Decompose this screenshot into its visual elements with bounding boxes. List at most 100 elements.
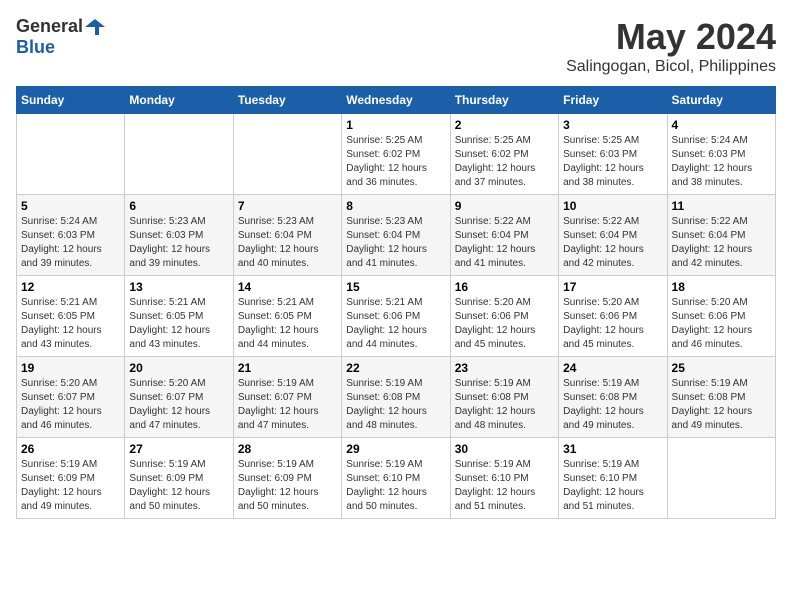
day-info: Sunrise: 5:23 AMSunset: 6:03 PMDaylight:… <box>129 215 228 271</box>
day-number: 13 <box>129 280 228 294</box>
calendar-cell: 31 Sunrise: 5:19 AMSunset: 6:10 PMDayligh… <box>559 438 667 519</box>
day-info: Sunrise: 5:20 AMSunset: 6:06 PMDaylight:… <box>563 296 662 352</box>
day-info: Sunrise: 5:20 AMSunset: 6:06 PMDaylight:… <box>672 296 771 352</box>
day-info: Sunrise: 5:20 AMSunset: 6:06 PMDaylight:… <box>455 296 554 352</box>
calendar-cell <box>125 114 233 195</box>
day-number: 26 <box>21 442 120 456</box>
calendar-cell: 4 Sunrise: 5:24 AMSunset: 6:03 PMDaylight… <box>667 114 775 195</box>
day-info: Sunrise: 5:21 AMSunset: 6:05 PMDaylight:… <box>129 296 228 352</box>
calendar-cell: 18 Sunrise: 5:20 AMSunset: 6:06 PMDayligh… <box>667 276 775 357</box>
calendar-cell: 19 Sunrise: 5:20 AMSunset: 6:07 PMDayligh… <box>17 357 125 438</box>
calendar-cell <box>17 114 125 195</box>
calendar-cell: 24 Sunrise: 5:19 AMSunset: 6:08 PMDayligh… <box>559 357 667 438</box>
calendar-cell: 27 Sunrise: 5:19 AMSunset: 6:09 PMDayligh… <box>125 438 233 519</box>
calendar-cell: 26Sunrise: 5:19 AMSunset: 6:09 PMDayligh… <box>17 438 125 519</box>
day-number: 19 <box>21 361 120 375</box>
calendar-header-friday: Friday <box>559 87 667 114</box>
calendar-week-row: 1 Sunrise: 5:25 AMSunset: 6:02 PMDaylight… <box>17 114 776 195</box>
day-info: Sunrise: 5:19 AMSunset: 6:10 PMDaylight:… <box>563 458 662 514</box>
calendar-cell: 9Sunrise: 5:22 AMSunset: 6:04 PMDaylight… <box>450 195 558 276</box>
calendar-cell: 16 Sunrise: 5:20 AMSunset: 6:06 PMDayligh… <box>450 276 558 357</box>
calendar-cell: 28 Sunrise: 5:19 AMSunset: 6:09 PMDayligh… <box>233 438 341 519</box>
calendar-header-sunday: Sunday <box>17 87 125 114</box>
day-info: Sunrise: 5:19 AMSunset: 6:08 PMDaylight:… <box>672 377 771 433</box>
logo-bird-icon <box>85 17 105 37</box>
calendar-cell <box>233 114 341 195</box>
calendar-table: SundayMondayTuesdayWednesdayThursdayFrid… <box>16 86 776 519</box>
day-number: 1 <box>346 118 445 132</box>
day-info: Sunrise: 5:19 AMSunset: 6:07 PMDaylight:… <box>238 377 337 433</box>
calendar-week-row: 19 Sunrise: 5:20 AMSunset: 6:07 PMDayligh… <box>17 357 776 438</box>
day-info: Sunrise: 5:23 AMSunset: 6:04 PMDaylight:… <box>346 215 445 271</box>
day-number: 27 <box>129 442 228 456</box>
day-number: 21 <box>238 361 337 375</box>
calendar-header-row: SundayMondayTuesdayWednesdayThursdayFrid… <box>17 87 776 114</box>
calendar-cell: 1Sunrise: 5:25 AMSunset: 6:02 PMDaylight… <box>342 114 450 195</box>
calendar-cell: 29 Sunrise: 5:19 AMSunset: 6:10 PMDayligh… <box>342 438 450 519</box>
day-number: 7 <box>238 199 337 213</box>
day-number: 12 <box>21 280 120 294</box>
day-number: 18 <box>672 280 771 294</box>
calendar-cell: 15Sunrise: 5:21 AMSunset: 6:06 PMDayligh… <box>342 276 450 357</box>
day-number: 23 <box>455 361 554 375</box>
calendar-cell: 7 Sunrise: 5:23 AMSunset: 6:04 PMDaylight… <box>233 195 341 276</box>
day-number: 4 <box>672 118 771 132</box>
day-info: Sunrise: 5:25 AMSunset: 6:02 PMDaylight:… <box>455 134 554 190</box>
calendar-week-row: 26 Sunrise: 5:19 AMSunset: 6:09 PMDayligh… <box>17 438 776 519</box>
calendar-cell: 25 Sunrise: 5:19 AMSunset: 6:08 PMDayligh… <box>667 357 775 438</box>
calendar-cell: 14 Sunrise: 5:21 AMSunset: 6:05 PMDayligh… <box>233 276 341 357</box>
calendar-cell: 17Sunrise: 5:20 AMSunset: 6:06 PMDayligh… <box>559 276 667 357</box>
day-number: 31 <box>563 442 662 456</box>
day-number: 24 <box>563 361 662 375</box>
day-info: Sunrise: 5:19 AMSunset: 6:09 PMDaylight:… <box>238 458 337 514</box>
calendar-cell: 8Sunrise: 5:23 AMSunset: 6:04 PMDaylight… <box>342 195 450 276</box>
day-info: Sunrise: 5:20 AMSunset: 6:07 PMDaylight:… <box>21 377 120 433</box>
day-number: 11 <box>672 199 771 213</box>
calendar-week-row: 12 Sunrise: 5:21 AMSunset: 6:05 PMDayligh… <box>17 276 776 357</box>
calendar-cell: 6 Sunrise: 5:23 AMSunset: 6:03 PMDaylight… <box>125 195 233 276</box>
day-info: Sunrise: 5:24 AMSunset: 6:03 PMDaylight:… <box>672 134 771 190</box>
logo-blue: Blue <box>16 37 55 57</box>
calendar-cell: 30 Sunrise: 5:19 AMSunset: 6:10 PMDayligh… <box>450 438 558 519</box>
title-location: Salingogan, Bicol, Philippines <box>566 58 776 76</box>
day-info: Sunrise: 5:19 AMSunset: 6:08 PMDaylight:… <box>346 377 445 433</box>
day-info: Sunrise: 5:21 AMSunset: 6:05 PMDaylight:… <box>21 296 120 352</box>
calendar-cell: 2 Sunrise: 5:25 AMSunset: 6:02 PMDaylight… <box>450 114 558 195</box>
day-number: 10 <box>563 199 662 213</box>
title-block: May 2024 Salingogan, Bicol, Philippines <box>566 16 776 76</box>
calendar-cell: 10Sunrise: 5:22 AMSunset: 6:04 PMDayligh… <box>559 195 667 276</box>
day-number: 29 <box>346 442 445 456</box>
day-number: 20 <box>129 361 228 375</box>
day-info: Sunrise: 5:19 AMSunset: 6:08 PMDaylight:… <box>563 377 662 433</box>
day-number: 30 <box>455 442 554 456</box>
day-number: 3 <box>563 118 662 132</box>
calendar-cell <box>667 438 775 519</box>
calendar-cell: 12 Sunrise: 5:21 AMSunset: 6:05 PMDayligh… <box>17 276 125 357</box>
day-info: Sunrise: 5:19 AMSunset: 6:10 PMDaylight:… <box>346 458 445 514</box>
day-info: Sunrise: 5:22 AMSunset: 6:04 PMDaylight:… <box>455 215 554 271</box>
day-number: 25 <box>672 361 771 375</box>
day-info: Sunrise: 5:24 AMSunset: 6:03 PMDaylight:… <box>21 215 120 271</box>
logo: General Blue <box>16 16 105 58</box>
day-info: Sunrise: 5:19 AMSunset: 6:10 PMDaylight:… <box>455 458 554 514</box>
calendar-cell: 3Sunrise: 5:25 AMSunset: 6:03 PMDaylight… <box>559 114 667 195</box>
calendar-cell: 13 Sunrise: 5:21 AMSunset: 6:05 PMDayligh… <box>125 276 233 357</box>
day-number: 28 <box>238 442 337 456</box>
calendar-cell: 11Sunrise: 5:22 AMSunset: 6:04 PMDayligh… <box>667 195 775 276</box>
calendar-week-row: 5Sunrise: 5:24 AMSunset: 6:03 PMDaylight… <box>17 195 776 276</box>
calendar-cell: 22 Sunrise: 5:19 AMSunset: 6:08 PMDayligh… <box>342 357 450 438</box>
calendar-header-wednesday: Wednesday <box>342 87 450 114</box>
day-info: Sunrise: 5:21 AMSunset: 6:05 PMDaylight:… <box>238 296 337 352</box>
day-number: 14 <box>238 280 337 294</box>
title-month-year: May 2024 <box>566 16 776 58</box>
day-number: 2 <box>455 118 554 132</box>
calendar-cell: 21 Sunrise: 5:19 AMSunset: 6:07 PMDayligh… <box>233 357 341 438</box>
page-header: General Blue May 2024 Salingogan, Bicol,… <box>16 16 776 76</box>
day-number: 22 <box>346 361 445 375</box>
calendar-cell: 23Sunrise: 5:19 AMSunset: 6:08 PMDayligh… <box>450 357 558 438</box>
day-number: 16 <box>455 280 554 294</box>
day-info: Sunrise: 5:23 AMSunset: 6:04 PMDaylight:… <box>238 215 337 271</box>
day-info: Sunrise: 5:19 AMSunset: 6:09 PMDaylight:… <box>129 458 228 514</box>
day-number: 15 <box>346 280 445 294</box>
day-number: 6 <box>129 199 228 213</box>
